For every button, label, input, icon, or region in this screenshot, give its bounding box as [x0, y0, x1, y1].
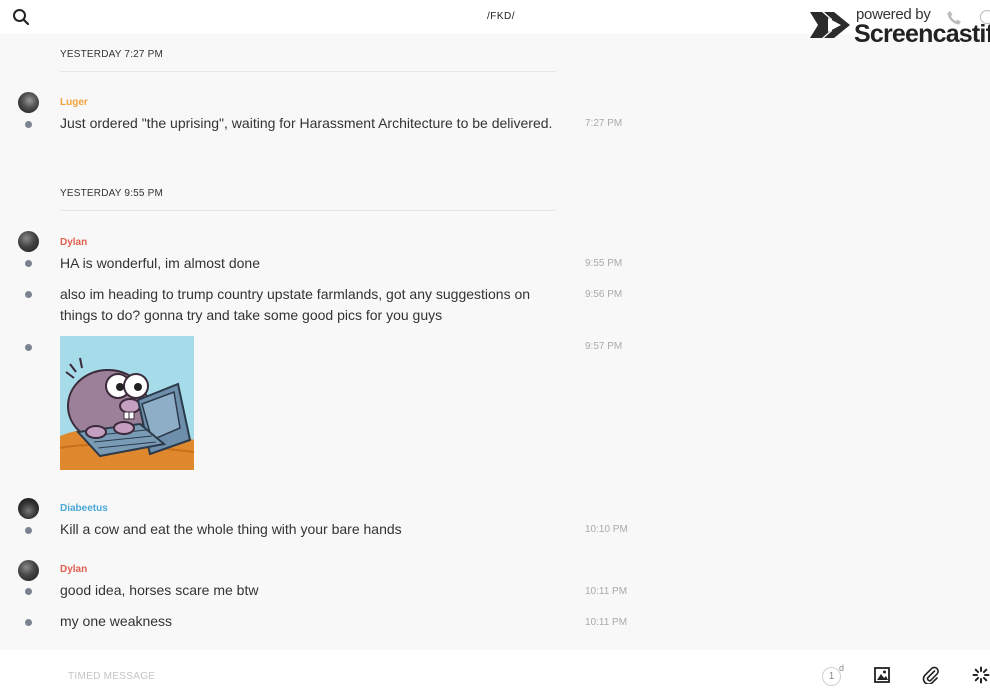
timer-unit: d	[839, 663, 845, 673]
message-time: 10:11 PM	[585, 617, 628, 628]
message-time: 7:27 PM	[585, 118, 623, 129]
message-dot	[25, 260, 32, 267]
message-text: my one weakness	[60, 613, 173, 629]
author-name[interactable]: Dylan	[60, 237, 87, 248]
divider	[60, 71, 556, 72]
avatar[interactable]	[18, 498, 39, 519]
author-name[interactable]: Luger	[60, 97, 88, 108]
date-separator: YESTERDAY 9:55 PM	[60, 188, 556, 211]
message-time: 9:57 PM	[585, 341, 623, 352]
message-feed[interactable]: YESTERDAY 7:27 PM Luger Just ordered "th…	[0, 34, 990, 650]
message-dot	[25, 121, 32, 128]
loading-spinner-icon[interactable]	[972, 666, 990, 684]
message-dot	[25, 619, 32, 626]
message-text: good idea, horses scare me btw	[60, 582, 259, 598]
message-dot	[25, 291, 32, 298]
mole-at-computer-sticker	[60, 336, 194, 470]
date-separator-label: YESTERDAY 9:55 PM	[60, 188, 164, 199]
message-time: 10:10 PM	[585, 524, 628, 535]
avatar[interactable]	[18, 231, 39, 252]
message-text: Kill a cow and eat the whole thing with …	[60, 521, 402, 537]
timer-button[interactable]: 1 d	[822, 663, 846, 687]
message-dot	[25, 588, 32, 595]
message-dot	[25, 527, 32, 534]
author-name[interactable]: Diabeetus	[60, 503, 108, 514]
image-icon[interactable]	[873, 666, 891, 684]
date-separator-label: YESTERDAY 7:27 PM	[60, 49, 164, 60]
message-text: Just ordered "the uprising", waiting for…	[60, 115, 553, 131]
message-time: 10:11 PM	[585, 586, 628, 597]
message-time: 9:56 PM	[585, 289, 623, 300]
date-separator: YESTERDAY 7:27 PM	[60, 49, 556, 72]
avatar[interactable]	[18, 92, 39, 113]
avatar[interactable]	[18, 560, 39, 581]
info-icon[interactable]	[980, 10, 990, 24]
message-dot	[25, 344, 32, 351]
divider	[60, 210, 556, 211]
message-text: HA is wonderful, im almost done	[60, 255, 260, 271]
paperclip-icon[interactable]	[922, 666, 940, 684]
message-time: 9:55 PM	[585, 258, 623, 269]
image-attachment[interactable]	[60, 336, 194, 470]
author-name[interactable]: Dylan	[60, 564, 87, 575]
composer-bar: 1 d	[0, 650, 990, 700]
message-input[interactable]	[68, 669, 668, 683]
phone-icon[interactable]	[946, 10, 962, 26]
message-text: also im heading to trump country upstate…	[60, 286, 531, 323]
